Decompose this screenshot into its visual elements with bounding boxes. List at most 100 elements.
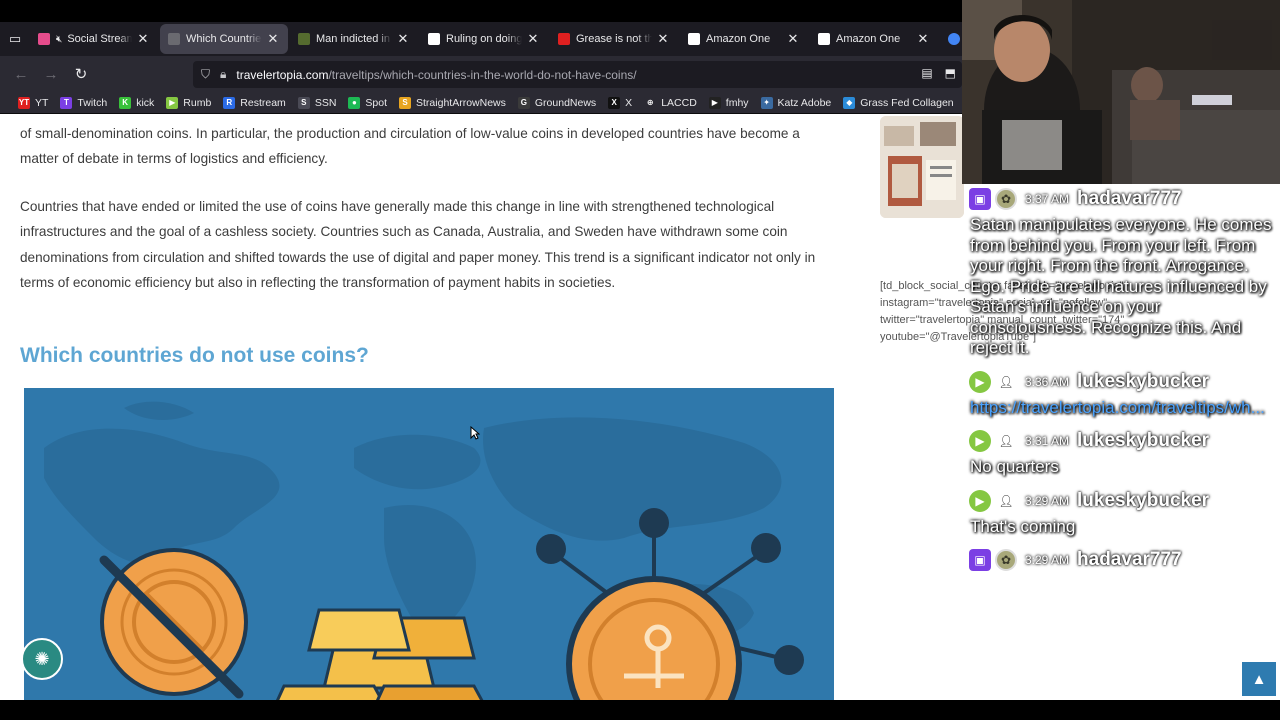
shortcode-line: youtube="@TravelertopiaTube"] [880, 331, 1037, 343]
tab-bar: ▭ 🔇︎Social Stream✕Which Countries in✕Man… [0, 22, 962, 56]
avatar: 👤︎ [995, 430, 1017, 452]
tab-favicon-icon [818, 33, 830, 45]
tab-favicon-icon [558, 33, 570, 45]
browser-tab[interactable]: Ruling on doing ri ✕ [420, 24, 548, 54]
bookmark-label: YT [35, 96, 49, 109]
chat-username: lukeskybucker [1077, 370, 1210, 392]
shield-icon[interactable]: ⛉ [201, 67, 210, 82]
tab-title: Social Stream [67, 33, 132, 45]
chat-username: lukeskybucker [1077, 430, 1210, 451]
bookmark-item[interactable]: R Restream [223, 96, 286, 109]
top-border [0, 0, 962, 22]
bookmark-item[interactable]: ▶ fmhy [708, 96, 749, 109]
bookmark-item[interactable]: ◆ Grass Fed Collagen [843, 96, 954, 109]
bookmark-item[interactable]: T Twitch [60, 96, 107, 109]
bookmark-item[interactable]: Kkick [119, 96, 155, 109]
bookmark-item[interactable]: YT YT [18, 96, 49, 109]
bookmark-item[interactable]: XX [608, 96, 632, 109]
lock-icon[interactable]: 🔒︎ [220, 67, 226, 82]
section-heading: Which countries do not use coins? [20, 344, 369, 367]
browser-tab[interactable]: Amazon One ✕ [810, 24, 938, 54]
tab-close-icon[interactable]: ✕ [396, 31, 410, 47]
live-chat-overlay: ▣ ✿ 3:37 AM hadavar777 Satan manipulates eve… [966, 184, 1280, 584]
back-icon[interactable]: ← [6, 66, 36, 83]
bookmark-favicon-icon: R [223, 96, 236, 109]
chat-message-text: That's coming [970, 516, 1076, 536]
chat-timestamp: 3:29 AM [1025, 493, 1070, 508]
chat-message-header: ▣ ✿ 3:37 AM hadavar777 [969, 184, 1280, 214]
chat-message: ▣ ✿ 3:29 AM hadavar777 [966, 545, 1280, 575]
tab-close-icon[interactable]: ✕ [526, 31, 540, 47]
tab-favicon-icon [168, 33, 180, 45]
bookmark-item[interactable]: S SSN [297, 96, 336, 109]
browser-tab[interactable]: Man indicted in fe ✕ [290, 24, 418, 54]
browser-tab[interactable]: Amazon One ✕ [680, 24, 808, 54]
bookmark-favicon-icon: ● [348, 96, 361, 109]
tab-close-icon[interactable]: ✕ [136, 31, 150, 47]
bookmark-item[interactable]: ✦ Katz Adobe [760, 96, 831, 109]
bookmark-item[interactable]: ● Spot [348, 96, 388, 109]
gold-bars-icon [275, 608, 484, 700]
tab-muted-icon[interactable]: 🔇︎ [56, 34, 62, 45]
reader-view-icon[interactable]: ▤ [921, 66, 932, 80]
tab-title: Grease is not the [576, 33, 652, 45]
twitch-icon: ▣ [969, 188, 991, 210]
chat-message-link[interactable]: https://travelertopia.com/traveltips/wh.… [966, 397, 1280, 419]
url-domain: travelertopia.com [236, 67, 329, 82]
tab-favicon-icon [428, 33, 440, 45]
social-counter-shortcode: [td_block_social_counter facebook="trave… [880, 278, 1125, 346]
bookmark-item[interactable]: ⊕ LACCD [644, 96, 697, 109]
chatbot-icon[interactable]: ✺ [21, 638, 63, 680]
chat-message-text: No quarters [970, 457, 1059, 476]
bookmark-favicon-icon: YT [18, 96, 30, 109]
bookmark-item[interactable]: G GroundNews [517, 96, 596, 109]
bookmark-label: Restream [240, 96, 286, 109]
reload-icon[interactable]: ↻ [66, 65, 96, 83]
chat-username: lukeskybucker [1077, 489, 1210, 511]
browser-tab[interactable]: Which Countries in ✕ [160, 24, 288, 54]
bookmark-favicon-icon: S [297, 96, 310, 109]
save-icon[interactable]: ⬒ [945, 66, 956, 80]
browser-tab[interactable]: 🔇︎ Social Stream ✕ [30, 24, 158, 54]
scroll-to-top-button[interactable]: ▲ [1242, 662, 1276, 696]
bookmark-item[interactable]: S StraightArrowNews [399, 96, 506, 109]
tab-close-icon[interactable]: ✕ [916, 31, 930, 47]
bookmark-label: fmhy [725, 96, 749, 109]
chat-message-header: ▶ 👤︎ 3:36 AM lukeskybucker [969, 367, 1280, 397]
tab-title: Amazon One [706, 33, 771, 45]
bookmark-label: Grass Fed Collagen [860, 96, 954, 109]
chat-message: ▶ 👤︎ 3:36 AM lukeskybucker https://travelert… [966, 367, 1280, 419]
tab-close-icon[interactable]: ✕ [786, 31, 800, 47]
url-path: /traveltips/which-countries-in-the-world… [328, 67, 637, 82]
bookmark-label: Spot [365, 96, 388, 109]
tabs-container: 🔇︎Social Stream✕Which Countries in✕Man i… [30, 24, 962, 54]
chat-message-header: ▣ ✿ 3:29 AM hadavar777 [969, 545, 1280, 575]
bookmark-label: kick [136, 96, 155, 109]
bookmark-favicon-icon: ▶ [708, 96, 721, 109]
forward-icon[interactable]: → [36, 66, 66, 83]
rumble-icon: ▶ [969, 430, 991, 452]
tab-list-icon[interactable]: ▭ [0, 22, 30, 56]
browser-tab[interactable]: Grease is not the ✕ [550, 24, 678, 54]
bookmark-favicon-icon: G [517, 96, 530, 109]
tab-title: Ruling on doing ri [446, 33, 522, 45]
chat-username: hadavar777 [1077, 549, 1182, 570]
bookmark-favicon-icon: ◆ [843, 96, 856, 109]
browser-tab[interactable] [940, 24, 960, 54]
url-bar[interactable]: ⛉ 🔒︎ travelertopia.com/traveltips/which-… [193, 61, 962, 88]
article-paragraph: of small-denomination coins. In particul… [20, 126, 800, 167]
bookmark-item[interactable]: ▶ Rumb [166, 96, 211, 109]
sidebar-thumbnail-image[interactable] [880, 116, 964, 218]
tab-close-icon[interactable]: ✕ [656, 31, 670, 47]
tab-close-icon[interactable]: ✕ [266, 31, 280, 47]
bookmarks-bar: YT YT T Twitch Kkick ▶ Rumb R Restream S SSN ● Spot S… [0, 92, 962, 114]
avatar: 👤︎ [995, 489, 1017, 512]
bookmark-favicon-icon: S [399, 96, 412, 109]
bookmark-favicon-icon: X [608, 96, 621, 109]
chat-username: hadavar777 [1077, 188, 1182, 209]
chat-message-text: Satan manipulates everyone. He comes fro… [970, 215, 1272, 357]
shortcode-line: twitter="travelertopia" manual_count_twi… [880, 314, 1125, 326]
article-paragraph: Countries that have ended or limited the… [20, 199, 816, 290]
chat-timestamp: 3:37 AM [1025, 192, 1070, 206]
tab-title: Amazon One [836, 33, 901, 45]
